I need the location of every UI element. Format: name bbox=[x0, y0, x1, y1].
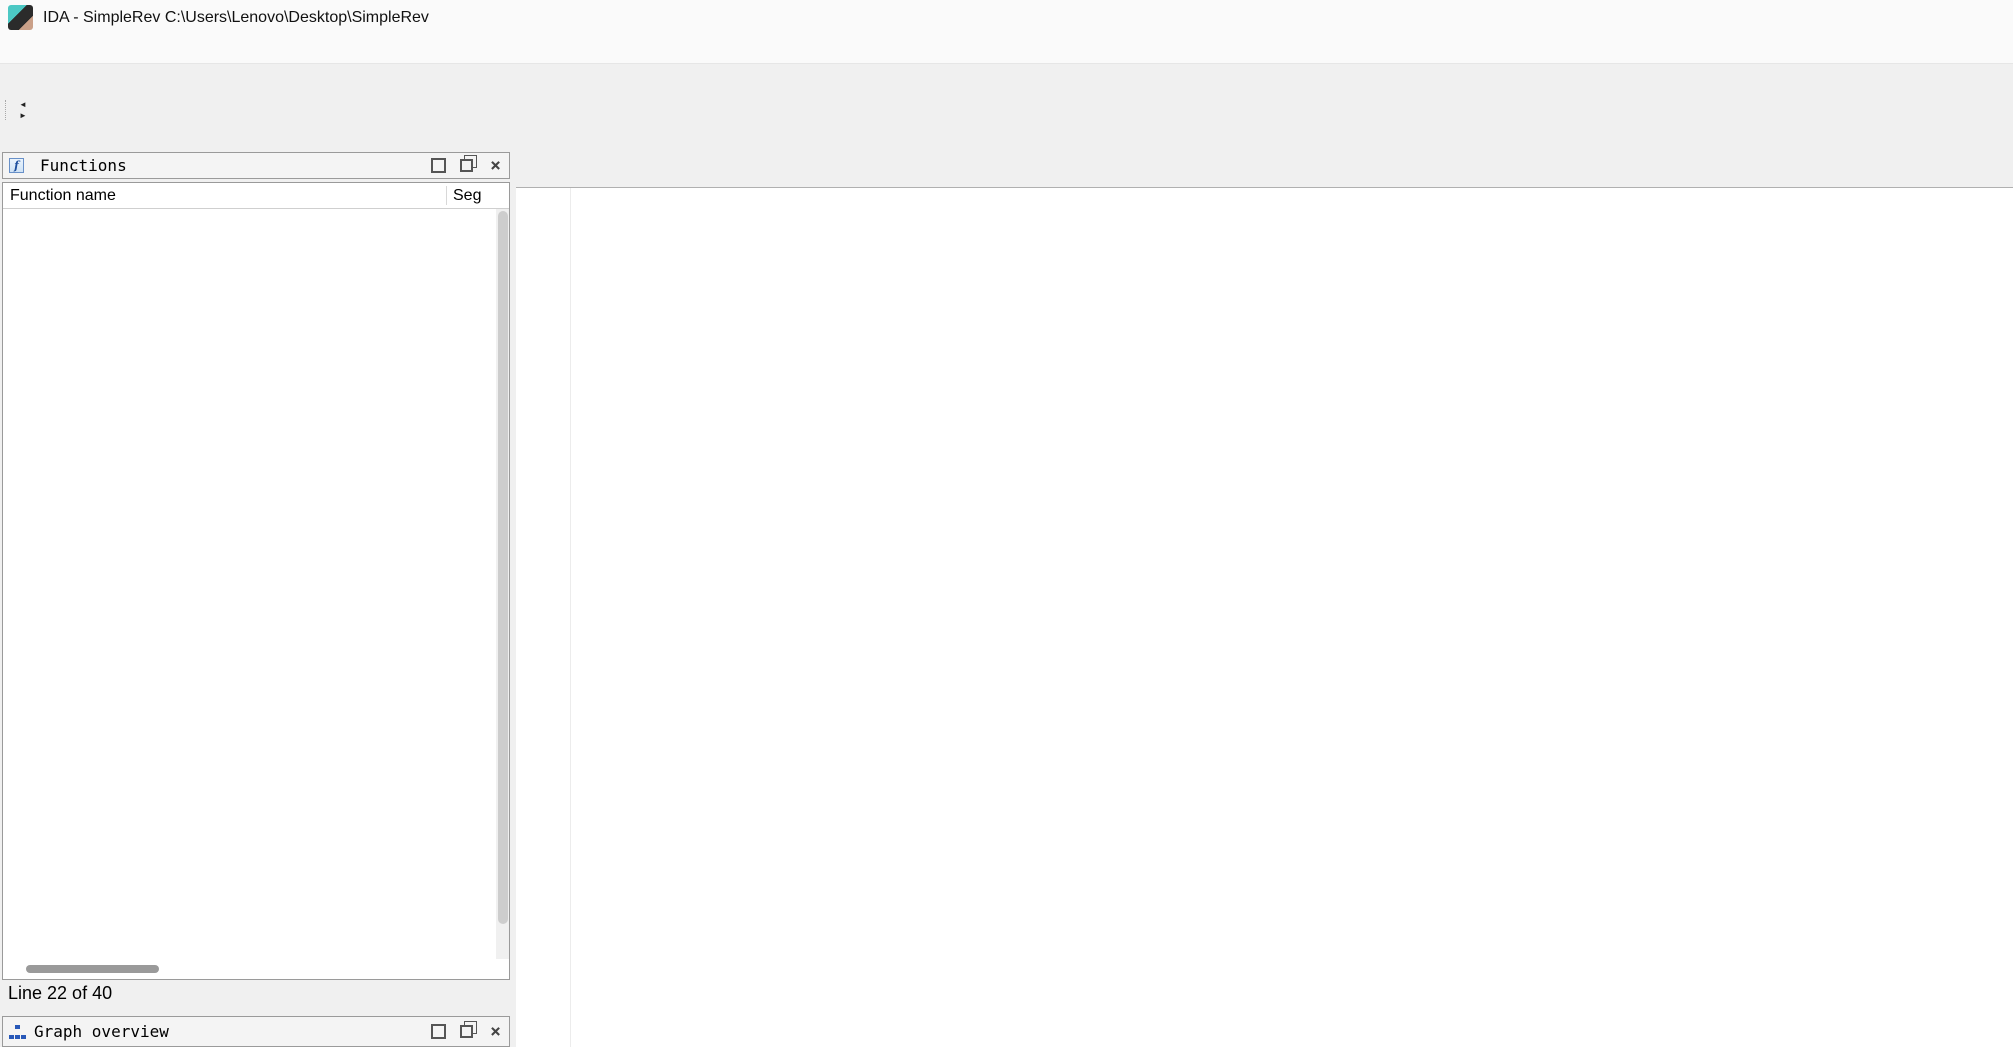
pseudocode-panel bbox=[516, 150, 2013, 1047]
navband-left-arrow[interactable]: ◄ bbox=[16, 99, 30, 110]
toolbar bbox=[0, 63, 2013, 96]
color-legend bbox=[0, 123, 2013, 151]
ida-window: IDA - SimpleRev C:\Users\Lenovo\Desktop\… bbox=[0, 0, 2013, 1047]
graph-overview-title: Graph overview bbox=[34, 1022, 169, 1041]
functions-panel-body: Function name Seg bbox=[2, 182, 510, 980]
functions-list bbox=[3, 209, 496, 959]
titlebar: IDA - SimpleRev C:\Users\Lenovo\Desktop\… bbox=[0, 0, 2013, 35]
graph-overview-icon bbox=[9, 1024, 26, 1039]
navband-right-arrow[interactable]: ► bbox=[16, 110, 30, 121]
functions-icon: f bbox=[9, 158, 24, 173]
navband-drag-handle[interactable] bbox=[5, 99, 12, 120]
functions-horizontal-scrollbar[interactable] bbox=[3, 959, 496, 979]
menubar bbox=[0, 35, 2013, 63]
maximize-icon[interactable] bbox=[431, 158, 447, 173]
status-line: Line 22 of 40 bbox=[8, 983, 113, 1003]
float-icon[interactable] bbox=[460, 159, 474, 172]
close-icon[interactable]: × bbox=[490, 1022, 501, 1040]
maximize-icon[interactable] bbox=[431, 1024, 447, 1039]
navband-arrows: ◄ ► bbox=[16, 99, 30, 121]
horizontal-scrollbar-thumb[interactable] bbox=[26, 965, 159, 973]
app-icon bbox=[8, 5, 33, 30]
functions-panel: f Functions × Function name Seg bbox=[2, 152, 510, 980]
close-icon[interactable]: × bbox=[490, 156, 501, 174]
functions-panel-buttons: × bbox=[431, 156, 501, 174]
window-title: IDA - SimpleRev C:\Users\Lenovo\Desktop\… bbox=[43, 8, 429, 26]
vertical-scrollbar-thumb[interactable] bbox=[497, 211, 508, 924]
functions-vertical-scrollbar[interactable] bbox=[496, 209, 509, 959]
navigation-band[interactable] bbox=[33, 99, 2013, 121]
functions-panel-header[interactable]: f Functions × bbox=[2, 152, 510, 179]
tab-bar bbox=[516, 150, 2013, 188]
main-area: f Functions × Function name Seg Line 22 … bbox=[0, 150, 2013, 1047]
navigation-band-row: ◄ ► bbox=[0, 96, 2013, 123]
pseudocode-view[interactable] bbox=[516, 188, 2013, 1047]
graph-overview-buttons: × bbox=[431, 1022, 501, 1040]
graph-overview-header[interactable]: Graph overview × bbox=[2, 1016, 510, 1047]
column-segment[interactable]: Seg bbox=[453, 187, 481, 205]
functions-panel-title: Functions bbox=[40, 156, 127, 175]
functions-column-header[interactable]: Function name Seg bbox=[3, 183, 509, 209]
float-icon[interactable] bbox=[460, 1025, 474, 1038]
column-function-name[interactable]: Function name bbox=[10, 187, 116, 205]
